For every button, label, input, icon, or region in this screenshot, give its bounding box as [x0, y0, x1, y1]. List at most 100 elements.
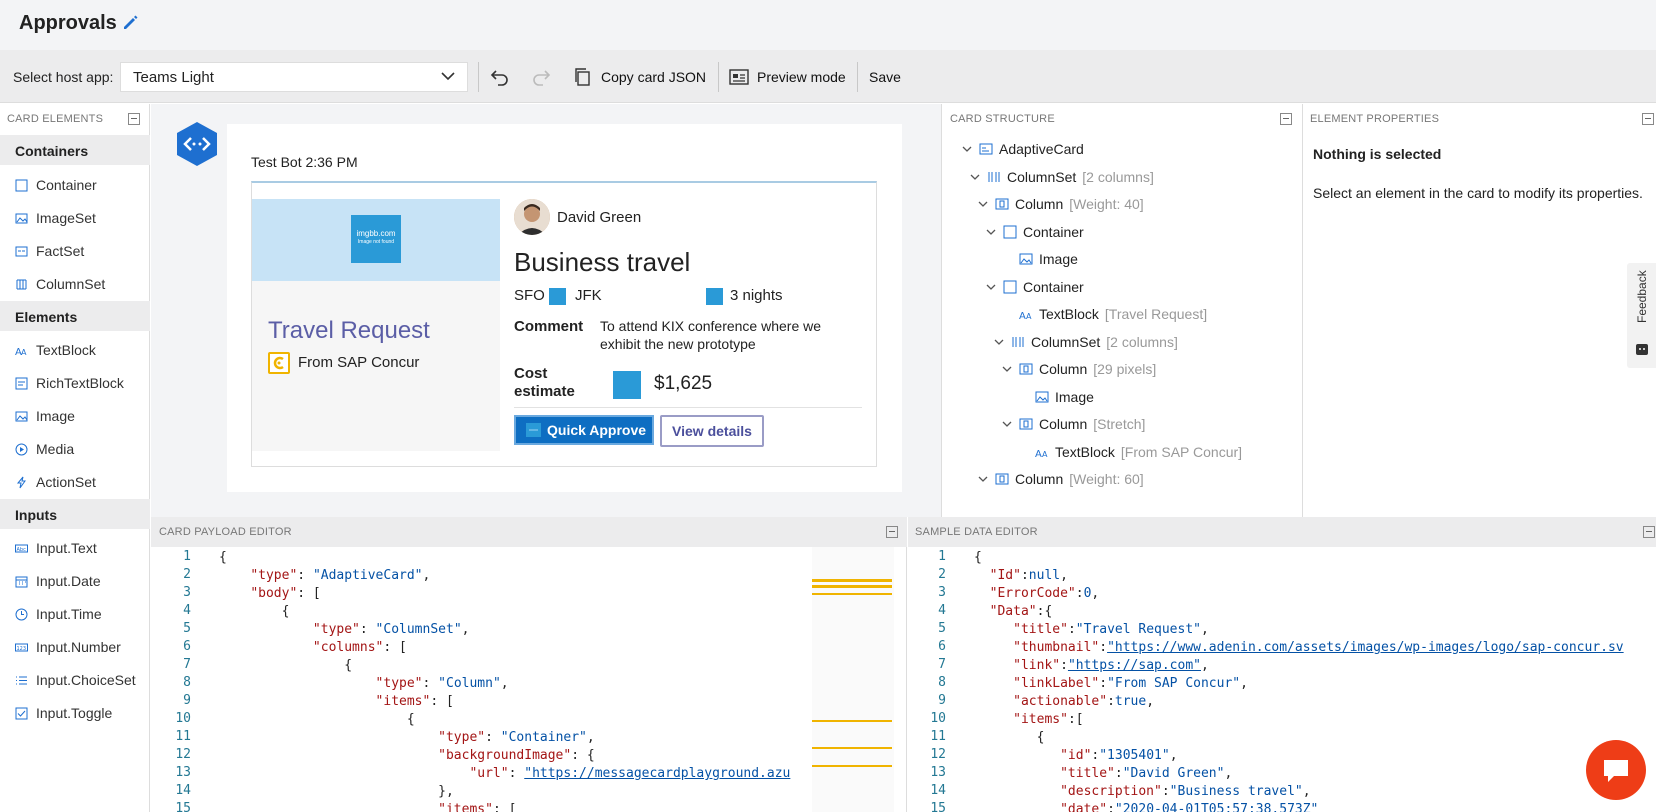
quick-approve-button[interactable]: Quick Approve — [514, 415, 654, 445]
palette-item-container[interactable]: Container — [15, 175, 97, 195]
origin-airport: SFO — [514, 287, 545, 304]
palette-item-label: Container — [36, 177, 97, 193]
svg-text:A: A — [1019, 311, 1026, 321]
line-number: 12 — [175, 747, 191, 762]
line-number: 2 — [183, 567, 191, 582]
save-button[interactable]: Save — [869, 62, 901, 92]
tree-node[interactable]: Column [29 pixels] — [1001, 359, 1156, 379]
line-number: 11 — [175, 729, 191, 744]
chevron-down-icon[interactable] — [969, 171, 981, 183]
tree-node-meta: [From SAP Concur] — [1120, 443, 1243, 460]
tree-node-meta: [29 pixels] — [1093, 361, 1157, 377]
line-number: 13 — [930, 765, 946, 780]
copy-json-label: Copy card JSON — [601, 69, 707, 85]
sample-editor-header-bar: SAMPLE DATA EDITOR — [908, 517, 1656, 547]
toolbar-divider — [857, 62, 858, 92]
tree-node[interactable]: Container — [985, 222, 1090, 242]
imgbb-title: imgbb.com — [356, 229, 396, 238]
chevron-down-icon[interactable] — [977, 198, 989, 210]
palette-item-label: RichTextBlock — [36, 375, 124, 391]
host-app-select[interactable]: Teams Light — [120, 62, 468, 92]
chat-support-button[interactable] — [1586, 740, 1646, 800]
card-payload-editor[interactable]: 1 2 3 4 5 6 7 8 9 10 11 12 13 14 15 { "type": "Adaptiv… — [151, 547, 907, 812]
palette-item-textblock[interactable]: AA TextBlock — [15, 340, 96, 360]
palette-item-input-number[interactable]: 123 Input.Number — [15, 637, 121, 657]
palette-item-actionset[interactable]: ActionSet — [15, 472, 96, 492]
tree-node[interactable]: ColumnSet [2 columns] — [993, 332, 1178, 352]
line-number: 5 — [183, 621, 191, 636]
tree-node-meta: [Stretch] — [1093, 416, 1146, 432]
collapse-icon[interactable] — [1642, 113, 1654, 125]
chevron-down-icon[interactable] — [993, 336, 1005, 348]
tree-node[interactable]: A A TextBlock [Travel Request] — [1001, 304, 1207, 324]
adaptive-card[interactable]: imgbb.com Image not found Travel Request… — [251, 181, 877, 467]
line-number: 13 — [175, 765, 191, 780]
palette-item-columnset[interactable]: ColumnSet — [15, 274, 105, 294]
tree-node[interactable]: AdaptiveCard — [961, 139, 1090, 159]
tree-node[interactable]: Column [Stretch] — [1001, 414, 1145, 434]
tree-node-meta: [2 columns] — [1106, 333, 1178, 350]
tree-node[interactable]: Image — [1017, 387, 1100, 407]
columnset-icon — [1012, 336, 1024, 347]
line-number: 3 — [183, 585, 191, 600]
view-details-button[interactable]: View details — [660, 415, 764, 447]
collapse-icon[interactable] — [1643, 526, 1655, 538]
from-sap-concur-link[interactable]: From SAP Concur — [298, 354, 419, 371]
chevron-down-icon[interactable] — [985, 226, 997, 238]
payload-code: { "type": "AdaptiveCard", "body": [ { "t… — [219, 550, 791, 812]
select-hint-text: Select an element in the card to modify … — [1313, 185, 1643, 201]
imageset-icon — [15, 213, 28, 223]
preview-mode-button[interactable]: Preview mode — [729, 62, 846, 92]
save-label: Save — [869, 69, 901, 85]
message-bubble: Test Bot 2:36 PM imgbb.com Image not fou… — [227, 124, 902, 492]
palette-item-imageset[interactable]: ImageSet — [15, 208, 96, 228]
chevron-down-icon[interactable] — [1001, 363, 1013, 375]
feedback-tab[interactable]: Feedback — [1627, 263, 1656, 368]
sample-data-editor[interactable]: 1 2 3 4 5 6 7 8 9 10 11 12 13 14 15 { "Id":null, "Erro… — [908, 547, 1656, 812]
tree-node-label: ColumnSet — [1031, 333, 1101, 350]
collapse-icon[interactable] — [886, 526, 898, 538]
chevron-down-icon[interactable] — [1001, 418, 1013, 430]
line-number: 10 — [175, 711, 191, 726]
tree-node[interactable]: Column [Weight: 60] — [977, 469, 1144, 489]
destination-airport: JFK — [575, 287, 602, 304]
line-number: 10 — [930, 711, 946, 726]
palette-item-media[interactable]: Media — [15, 439, 74, 459]
chevron-down-icon[interactable] — [961, 143, 973, 155]
palette-item-image[interactable]: Image — [15, 406, 75, 426]
collapse-icon[interactable] — [128, 113, 140, 125]
payload-minimap[interactable] — [812, 547, 904, 812]
card-left-column[interactable]: imgbb.com Image not found Travel Request… — [252, 199, 500, 451]
palette-item-factset[interactable]: FactSet — [15, 241, 84, 261]
palette-item-input-date[interactable]: Input.Date — [15, 571, 101, 591]
sap-concur-logo-icon — [268, 352, 290, 374]
column-icon — [1019, 418, 1033, 430]
copy-json-button[interactable]: Copy card JSON — [573, 62, 706, 92]
feedback-icon — [1636, 344, 1648, 355]
redo-button[interactable] — [531, 62, 551, 92]
edit-title-icon[interactable] — [121, 14, 139, 32]
tree-node-label: Column — [1015, 471, 1064, 487]
tree-node[interactable]: Container — [985, 277, 1090, 297]
palette-item-input-time[interactable]: Input.Time — [15, 604, 102, 624]
tree-node[interactable]: A A TextBlock [From SAP Concur] — [1017, 442, 1242, 462]
line-number: 1 — [938, 549, 946, 564]
chevron-down-icon[interactable] — [985, 281, 997, 293]
palette-item-input-toggle[interactable]: Input.Toggle — [15, 703, 112, 723]
page-title: Approvals — [19, 12, 117, 34]
chevron-down-icon[interactable] — [977, 473, 989, 485]
palette-item-input-text[interactable]: Abc Input.Text — [15, 538, 97, 558]
tree-node-meta: [Weight: 40] — [1069, 196, 1144, 212]
line-number: 1 — [183, 549, 191, 564]
tree-node-label: AdaptiveCard — [999, 141, 1084, 157]
tree-node[interactable]: ColumnSet [2 columns] — [969, 167, 1154, 187]
palette-item-richtextblock[interactable]: RichTextBlock — [15, 373, 124, 393]
palette-item-input-choiceset[interactable]: Input.ChoiceSet — [15, 670, 136, 690]
line-number: 4 — [183, 603, 191, 618]
toolbar-divider — [478, 62, 479, 92]
tree-node[interactable]: Image — [1001, 249, 1084, 269]
toolbar: Select host app: Teams Light Copy card J… — [0, 50, 1656, 103]
undo-button[interactable] — [490, 62, 510, 92]
collapse-icon[interactable] — [1280, 113, 1292, 125]
tree-node[interactable]: Column [Weight: 40] — [977, 194, 1144, 214]
